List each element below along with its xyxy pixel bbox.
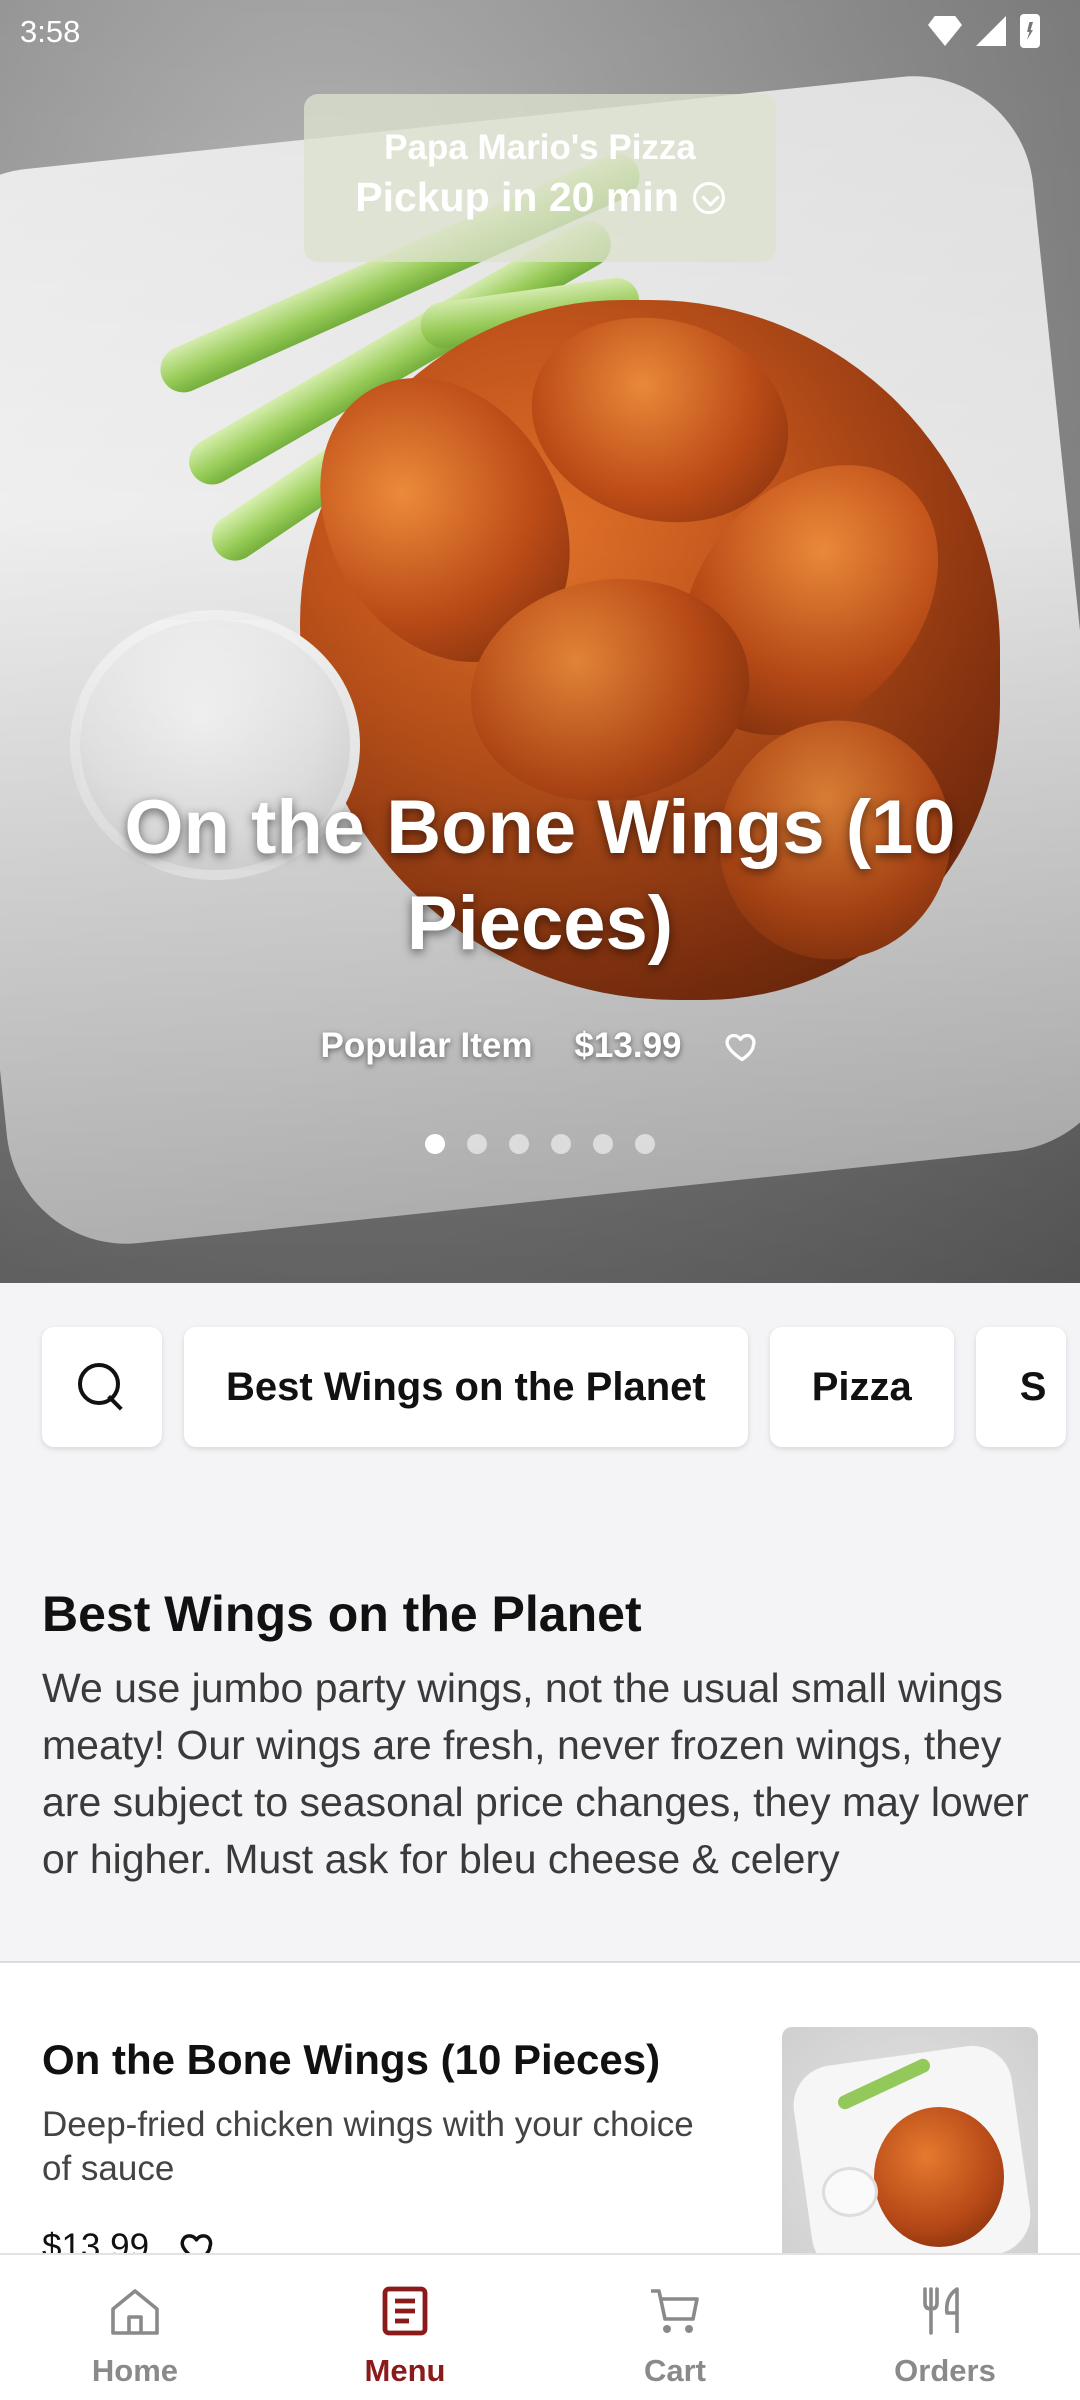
utensils-icon — [923, 2287, 959, 2335]
nav-cart[interactable]: Cart — [540, 2255, 810, 2400]
carousel-dot[interactable] — [635, 1134, 655, 1154]
wifi-icon — [928, 16, 962, 46]
app-screen: Papa Mario's Pizza Pickup in 20 min On t… — [0, 0, 1080, 2400]
carousel-dots[interactable] — [0, 1134, 1080, 1154]
nav-label: Menu — [364, 2353, 446, 2388]
hero-carousel[interactable]: Papa Mario's Pizza Pickup in 20 min On t… — [0, 0, 1080, 1283]
search-icon — [78, 1363, 126, 1411]
carousel-dot[interactable] — [551, 1134, 571, 1154]
category-tab[interactable]: Best Wings on the Planet — [184, 1327, 748, 1447]
nav-label: Cart — [643, 2353, 706, 2388]
category-tab[interactable]: Pizza — [769, 1327, 954, 1447]
nav-label: Home — [91, 2353, 179, 2388]
category-tab[interactable]: S — [975, 1327, 1066, 1447]
item-description: Deep-fried chicken wings with your choic… — [42, 2105, 694, 2188]
popular-badge: Popular Item — [320, 1026, 533, 1065]
nav-orders[interactable]: Orders — [810, 2255, 1080, 2400]
status-time: 3:58 — [20, 14, 81, 49]
nav-menu[interactable]: Menu — [270, 2255, 540, 2400]
carousel-dot[interactable] — [593, 1134, 613, 1154]
nav-home[interactable]: Home — [0, 2255, 270, 2400]
hero-price: $13.99 — [574, 1026, 682, 1065]
section-description: We use jumbo party wings, not the usual … — [42, 1665, 1029, 1882]
nav-label: Orders — [894, 2353, 996, 2388]
carousel-dot[interactable] — [509, 1134, 529, 1154]
chevron-down-icon — [692, 181, 725, 214]
category-tabs: Best Wings on the Planet Pizza S — [42, 1327, 1080, 1447]
store-name: Papa Mario's Pizza — [384, 128, 696, 167]
item-thumbnail — [782, 2027, 1038, 2253]
search-button[interactable] — [42, 1327, 162, 1447]
cart-icon — [651, 2289, 699, 2333]
battery-charging-icon — [1020, 14, 1040, 48]
menu-icon — [382, 2286, 428, 2336]
section-title: Best Wings on the Planet — [42, 1586, 642, 1642]
hero-title: On the Bone Wings (10 Pieces) — [124, 785, 956, 966]
menu-item-card[interactable]: On the Bone Wings (10 Pieces) Deep-fried… — [0, 1963, 1080, 2253]
item-name: On the Bone Wings (10 Pieces) — [42, 2036, 661, 2083]
bottom-navigation: Home Menu Cart Orders — [0, 2253, 1080, 2400]
carousel-dot[interactable] — [467, 1134, 487, 1154]
cellular-signal-icon — [976, 16, 1006, 46]
heart-icon[interactable] — [179, 2228, 217, 2253]
status-bar: 3:58 — [0, 0, 1080, 64]
home-icon — [111, 2289, 159, 2335]
item-price: $13.99 — [42, 2227, 150, 2253]
carousel-dot[interactable] — [425, 1134, 445, 1154]
store-pickup-pill[interactable]: Papa Mario's Pizza Pickup in 20 min — [304, 94, 776, 262]
pickup-time: Pickup in 20 min — [355, 174, 679, 220]
heart-icon[interactable] — [724, 1028, 760, 1064]
